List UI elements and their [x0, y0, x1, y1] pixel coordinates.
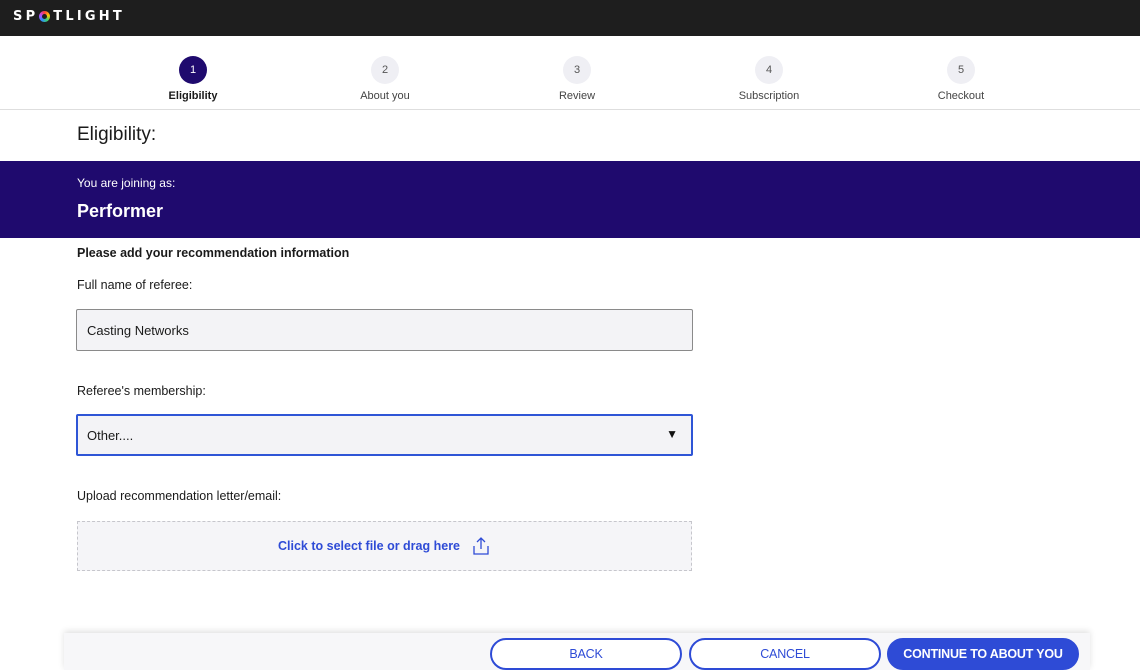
step-label: Checkout — [937, 90, 985, 102]
upload-label: Upload recommendation letter/email: — [77, 489, 282, 503]
progress-stepper: 1 Eligibility 2 About you 3 Review 4 Sub… — [0, 36, 1140, 110]
referee-name-input[interactable] — [76, 309, 693, 351]
step-label: Review — [558, 90, 596, 102]
step-about-you[interactable]: 2 About you — [325, 56, 445, 102]
logo-text-prefix: SP — [13, 9, 39, 24]
step-label: Eligibility — [168, 90, 218, 102]
membership-selected-value: Other.... — [87, 428, 134, 443]
page-title: Eligibility: — [77, 124, 157, 145]
membership-banner: You are joining as: Performer — [0, 161, 1140, 238]
step-number: 5 — [947, 56, 975, 84]
membership-label: Referee's membership: — [77, 384, 206, 398]
joining-label: You are joining as: — [77, 176, 176, 190]
step-number: 2 — [371, 56, 399, 84]
spotlight-logo[interactable]: SP TLIGHT — [13, 9, 125, 24]
upload-icon — [473, 537, 489, 555]
dropdown-arrow-icon: ▼ — [666, 427, 678, 441]
logo-text-suffix: TLIGHT — [53, 9, 125, 24]
upload-link-text[interactable]: Click to select file or drag here — [278, 539, 460, 553]
section-title: Please add your recommendation informati… — [77, 246, 350, 260]
back-button[interactable]: BACK — [490, 638, 682, 670]
step-review[interactable]: 3 Review — [517, 56, 637, 102]
step-number: 1 — [179, 56, 207, 84]
top-bar: SP TLIGHT — [0, 0, 1140, 36]
membership-select[interactable]: Other.... ▼ — [76, 414, 693, 456]
step-label: About you — [360, 90, 410, 102]
step-number: 4 — [755, 56, 783, 84]
file-dropzone[interactable]: Click to select file or drag here — [77, 521, 692, 571]
continue-button[interactable]: CONTINUE TO ABOUT YOU — [887, 638, 1079, 670]
cancel-button[interactable]: CANCEL — [689, 638, 881, 670]
step-number: 3 — [563, 56, 591, 84]
logo-o-icon — [39, 11, 51, 22]
step-label: Subscription — [738, 90, 800, 102]
role-title: Performer — [77, 201, 164, 221]
step-checkout[interactable]: 5 Checkout — [901, 56, 1021, 102]
step-subscription[interactable]: 4 Subscription — [709, 56, 829, 102]
step-eligibility[interactable]: 1 Eligibility — [133, 56, 253, 102]
referee-name-label: Full name of referee: — [77, 278, 193, 292]
